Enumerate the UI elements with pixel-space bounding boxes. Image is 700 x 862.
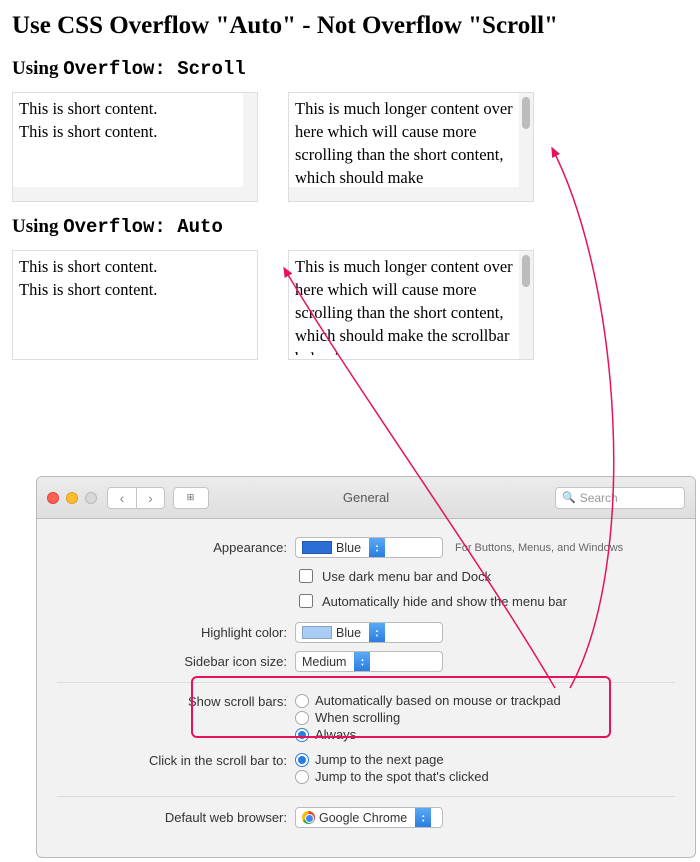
sidebar-select[interactable]: Medium ▲▼ bbox=[295, 651, 443, 672]
grid-icon: ⊞ bbox=[187, 492, 196, 503]
heading-prefix: Using bbox=[12, 216, 63, 237]
scrollbars-radio-auto[interactable]: Automatically based on mouse or trackpad bbox=[295, 693, 561, 708]
pref-row-highlight: Highlight color: Blue ▲▼ bbox=[57, 622, 675, 643]
radio-icon bbox=[295, 770, 309, 784]
appearance-select[interactable]: Blue ▲▼ bbox=[295, 537, 443, 558]
scrollbar-corner bbox=[243, 187, 257, 201]
heading-code: Overflow: Auto bbox=[63, 216, 223, 238]
highlight-swatch bbox=[302, 626, 332, 639]
appearance-value: Blue bbox=[336, 541, 361, 555]
chrome-icon bbox=[302, 811, 315, 824]
scrollbars-opt1: Automatically based on mouse or trackpad bbox=[315, 693, 561, 708]
scrollbars-opt3: Always bbox=[315, 727, 356, 742]
search-input[interactable]: 🔍 Search bbox=[555, 487, 685, 509]
demo-content: This is much longer content over here wh… bbox=[295, 97, 527, 189]
section-heading-auto: Using Overflow: Auto bbox=[12, 216, 688, 238]
scrollbar-corner bbox=[519, 187, 533, 201]
click-radio-next-page[interactable]: Jump to the next page bbox=[295, 752, 489, 767]
traffic-lights bbox=[47, 492, 97, 504]
select-arrows-icon: ▲▼ bbox=[369, 623, 385, 642]
browser-select[interactable]: Google Chrome ▲▼ bbox=[295, 807, 443, 828]
select-arrows-icon: ▲▼ bbox=[415, 808, 431, 827]
select-arrows-icon: ▲▼ bbox=[369, 538, 385, 557]
sidebar-value: Medium bbox=[302, 655, 346, 669]
demo-row-scroll: This is short content. This is short con… bbox=[12, 92, 688, 202]
checkbox-icon[interactable] bbox=[299, 569, 313, 583]
scrollbar-vertical[interactable] bbox=[519, 251, 533, 359]
scrollbar-thumb[interactable] bbox=[522, 97, 530, 129]
pref-row-scrollbars: Show scroll bars: Automatically based on… bbox=[57, 693, 675, 744]
forward-button[interactable]: › bbox=[136, 488, 164, 508]
close-button[interactable] bbox=[47, 492, 59, 504]
scrollbar-horizontal[interactable] bbox=[13, 187, 243, 201]
auto-hide-label: Automatically hide and show the menu bar bbox=[322, 594, 567, 609]
scrollbar-horizontal[interactable] bbox=[289, 187, 519, 201]
divider bbox=[57, 796, 675, 797]
click-opt2: Jump to the spot that's clicked bbox=[315, 769, 489, 784]
mac-preferences-window: ‹ › ⊞ General 🔍 Search Appearance: Blue bbox=[36, 476, 696, 858]
radio-icon bbox=[295, 728, 309, 742]
dark-menu-label: Use dark menu bar and Dock bbox=[322, 569, 491, 584]
pref-row-browser: Default web browser: Google Chrome ▲▼ bbox=[57, 807, 675, 828]
section-heading-scroll: Using Overflow: Scroll bbox=[12, 58, 688, 80]
demo-box-auto-short[interactable]: This is short content. This is short con… bbox=[12, 250, 258, 360]
dark-menu-checkbox[interactable]: Use dark menu bar and Dock bbox=[295, 566, 491, 586]
heading-code: Overflow: Scroll bbox=[63, 58, 245, 80]
scrollbars-label: Show scroll bars: bbox=[57, 693, 295, 709]
auto-hide-checkbox[interactable]: Automatically hide and show the menu bar bbox=[295, 591, 567, 611]
demo-content: This is short content. This is short con… bbox=[19, 97, 251, 143]
pref-row-click-scroll: Click in the scroll bar to: Jump to the … bbox=[57, 752, 675, 786]
radio-icon bbox=[295, 694, 309, 708]
mac-titlebar: ‹ › ⊞ General 🔍 Search bbox=[37, 477, 695, 519]
back-button[interactable]: ‹ bbox=[108, 488, 136, 508]
checkbox-icon[interactable] bbox=[299, 594, 313, 608]
demo-content: This is short content. This is short con… bbox=[19, 255, 251, 301]
zoom-button[interactable] bbox=[85, 492, 97, 504]
nav-buttons: ‹ › bbox=[107, 487, 165, 509]
chevron-right-icon: › bbox=[148, 490, 153, 506]
pref-row-appearance: Appearance: Blue ▲▼ For Buttons, Menus, … bbox=[57, 537, 675, 558]
heading-prefix: Using bbox=[12, 58, 63, 79]
pref-row-auto-hide: Automatically hide and show the menu bar bbox=[57, 591, 675, 614]
demo-box-auto-long[interactable]: This is much longer content over here wh… bbox=[288, 250, 534, 360]
mac-body: Appearance: Blue ▲▼ For Buttons, Menus, … bbox=[37, 519, 695, 828]
scrollbar-thumb[interactable] bbox=[522, 255, 530, 287]
browser-label: Default web browser: bbox=[57, 810, 295, 825]
divider bbox=[57, 682, 675, 683]
select-arrows-icon: ▲▼ bbox=[354, 652, 370, 671]
demo-row-auto: This is short content. This is short con… bbox=[12, 250, 688, 360]
pref-row-dark-menu: Use dark menu bar and Dock bbox=[57, 566, 675, 589]
radio-icon bbox=[295, 753, 309, 767]
scrollbar-vertical[interactable] bbox=[243, 93, 257, 201]
demo-box-scroll-long[interactable]: This is much longer content over here wh… bbox=[288, 92, 534, 202]
minimize-button[interactable] bbox=[66, 492, 78, 504]
highlight-label: Highlight color: bbox=[57, 625, 295, 640]
sidebar-label: Sidebar icon size: bbox=[57, 654, 295, 669]
appearance-label: Appearance: bbox=[57, 540, 295, 555]
click-radio-spot[interactable]: Jump to the spot that's clicked bbox=[295, 769, 489, 784]
scrollbars-radio-always[interactable]: Always bbox=[295, 727, 561, 742]
grid-button[interactable]: ⊞ bbox=[173, 487, 209, 509]
highlight-select[interactable]: Blue ▲▼ bbox=[295, 622, 443, 643]
scrollbars-opt2: When scrolling bbox=[315, 710, 400, 725]
pref-row-sidebar: Sidebar icon size: Medium ▲▼ bbox=[57, 651, 675, 672]
demo-box-scroll-short[interactable]: This is short content. This is short con… bbox=[12, 92, 258, 202]
appearance-hint: For Buttons, Menus, and Windows bbox=[455, 542, 623, 554]
radio-icon bbox=[295, 711, 309, 725]
scrollbar-vertical[interactable] bbox=[519, 93, 533, 201]
page-title: Use CSS Overflow "Auto" - Not Overflow "… bbox=[12, 12, 688, 40]
chevron-left-icon: ‹ bbox=[120, 490, 125, 506]
click-label: Click in the scroll bar to: bbox=[57, 752, 295, 768]
search-placeholder: Search bbox=[580, 491, 618, 505]
highlight-value: Blue bbox=[336, 626, 361, 640]
click-opt1: Jump to the next page bbox=[315, 752, 444, 767]
scrollbars-radio-scrolling[interactable]: When scrolling bbox=[295, 710, 561, 725]
appearance-swatch bbox=[302, 541, 332, 554]
browser-value: Google Chrome bbox=[319, 811, 407, 825]
demo-content: This is much longer content over here wh… bbox=[295, 255, 527, 355]
search-icon: 🔍 bbox=[562, 491, 576, 504]
